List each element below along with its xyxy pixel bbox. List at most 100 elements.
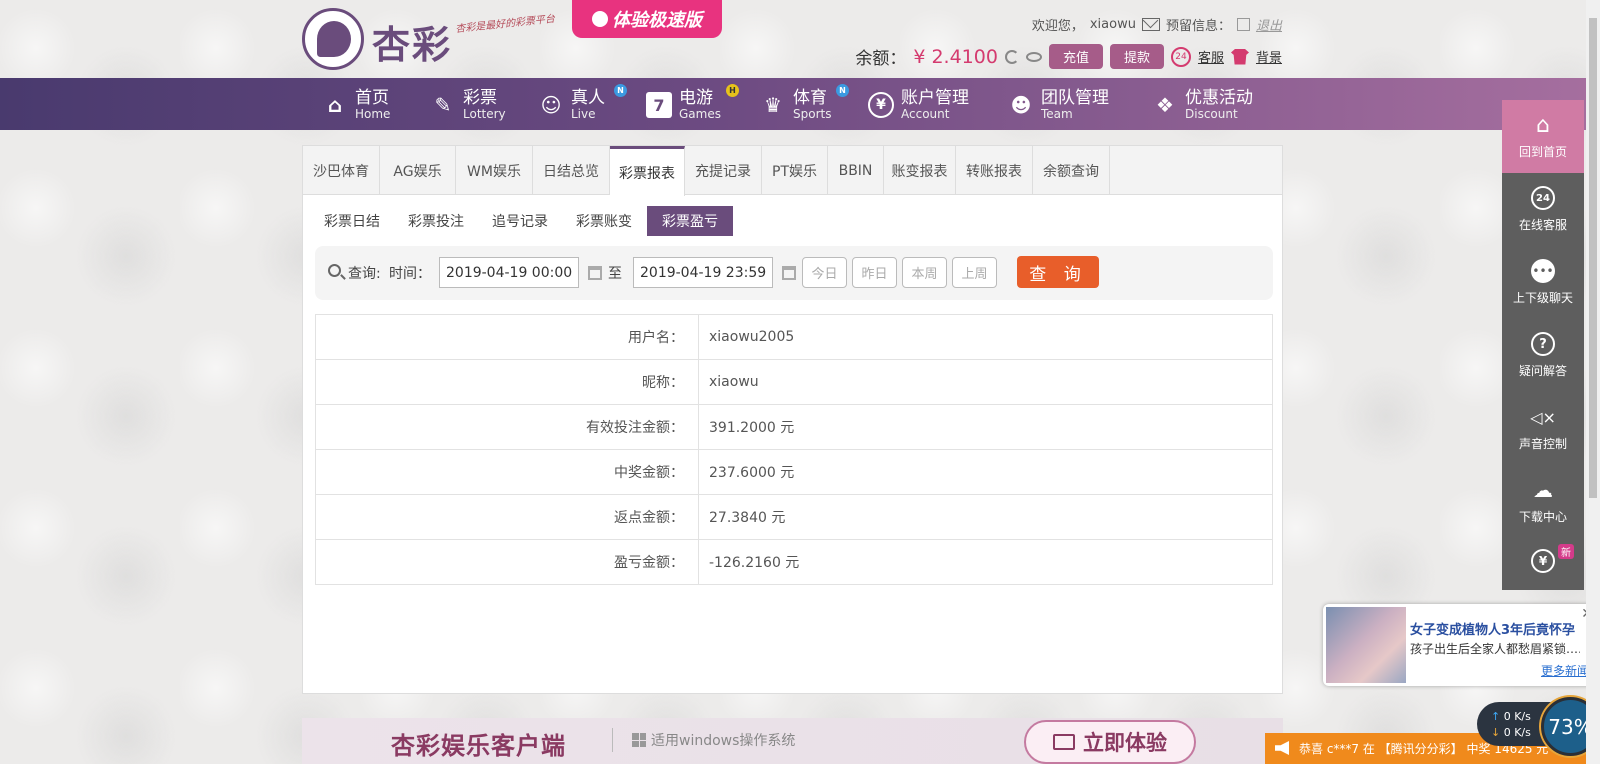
- table-row: 盈亏金额： -126.2160 元: [315, 539, 1273, 585]
- balance-row: 余额： ¥ 2.4100 充值 提款 24 客服 背景: [855, 44, 1282, 69]
- calendar-icon[interactable]: [782, 266, 796, 280]
- eye-icon[interactable]: [1025, 51, 1042, 62]
- new-badge: N: [836, 84, 849, 97]
- question-icon: ?: [1531, 332, 1555, 356]
- service-link[interactable]: 客服: [1198, 47, 1224, 66]
- shirt-icon: [1230, 48, 1249, 65]
- money-bag-icon: ¥: [1531, 549, 1555, 573]
- query-bar: 查询: 时间： 至 今日 昨日 本周 上周 查 询: [315, 246, 1273, 300]
- end-time-input[interactable]: [633, 257, 773, 288]
- tab-pt[interactable]: PT娱乐: [762, 146, 828, 195]
- sidebar-red-packet[interactable]: ¥ 新: [1502, 538, 1584, 590]
- chat-icon: •••: [1531, 259, 1555, 283]
- support-24-icon: 24: [1531, 186, 1555, 210]
- quick-version-button[interactable]: 体验极速版: [572, 0, 722, 38]
- more-news-link[interactable]: 更多新闻: [1541, 662, 1589, 679]
- windows-icon: [632, 733, 646, 747]
- dealer-icon: ☺: [540, 93, 562, 117]
- try-now-button[interactable]: 立即体验: [1024, 720, 1196, 764]
- nav-live[interactable]: ☺ 真人 Live N: [538, 84, 627, 123]
- logout-link[interactable]: 退出: [1256, 15, 1282, 34]
- home-icon: ⌂: [327, 93, 343, 117]
- tab-bbin[interactable]: BBIN: [828, 146, 884, 195]
- edit-icon[interactable]: [1236, 18, 1250, 31]
- table-row: 中奖金额： 237.6000 元: [315, 449, 1273, 495]
- subtab-lottery-profit[interactable]: 彩票盈亏: [647, 206, 733, 236]
- nav-sports[interactable]: ♛ 体育 Sports N: [760, 84, 849, 123]
- sidebar-faq[interactable]: ? 疑问解答: [1502, 319, 1584, 392]
- news-popup: 女子变成植物人3年后竟怀孕 孩子出生后全家人都愁眉紧锁…… 更多新闻 ✕: [1323, 604, 1599, 686]
- gift-icon: ❖: [1156, 93, 1174, 117]
- tab-balance-query[interactable]: 余额查询: [1033, 146, 1110, 195]
- last-week-button[interactable]: 上周: [952, 257, 997, 288]
- nav-games[interactable]: 7 电游 Games H: [646, 84, 739, 123]
- rocket-icon: [592, 11, 608, 27]
- report-tabs: 沙巴体育 AG娱乐 WM娱乐 日结总览 彩票报表 充提记录 PT娱乐 BBIN …: [303, 146, 1282, 196]
- table-row: 有效投注金额： 391.2000 元: [315, 404, 1273, 450]
- sidebar-home[interactable]: ⌂ 回到首页: [1502, 100, 1584, 173]
- sidebar-chat[interactable]: ••• 上下级聊天: [1502, 246, 1584, 319]
- monitor-icon: [1053, 734, 1075, 750]
- subtab-lottery-account[interactable]: 彩票账变: [569, 206, 639, 236]
- table-row: 返点金额： 27.3840 元: [315, 494, 1273, 540]
- tab-ag[interactable]: AG娱乐: [380, 146, 456, 195]
- search-button[interactable]: 查 询: [1017, 256, 1099, 288]
- tab-daily-overview[interactable]: 日结总览: [533, 146, 610, 195]
- deposit-button[interactable]: 充值: [1048, 44, 1103, 69]
- balance-amount: ¥ 2.4100: [913, 45, 998, 68]
- banner-title: 杏彩娱乐客户端: [391, 732, 566, 760]
- tab-balance-change[interactable]: 账变报表: [884, 146, 956, 195]
- sidebar-download[interactable]: ☁ 下载中心: [1502, 465, 1584, 538]
- profit-report-table: 用户名： xiaowu2005 昵称： xiaowu 有效投注金额： 391.2000…: [315, 314, 1273, 585]
- nav-team[interactable]: ☻ 团队管理 Team: [1008, 87, 1109, 123]
- sidebar-sound[interactable]: ◁× 声音控制: [1502, 392, 1584, 465]
- refresh-icon[interactable]: [1004, 49, 1019, 64]
- news-title[interactable]: 女子变成植物人3年后竟怀孕: [1410, 619, 1575, 638]
- tab-saba-sports[interactable]: 沙巴体育: [303, 146, 380, 195]
- header: 杏彩 杏彩是最好的彩票平台 体验极速版 欢迎您， xiaowu 预留信息： 退出…: [0, 0, 1600, 78]
- subtab-lottery-daily[interactable]: 彩票日结: [317, 206, 387, 236]
- mail-icon[interactable]: [1141, 18, 1160, 31]
- start-time-input[interactable]: [439, 257, 579, 288]
- subtab-chase-records[interactable]: 追号记录: [485, 206, 555, 236]
- scrollbar-thumb[interactable]: [1589, 18, 1597, 498]
- message-label: 预留信息：: [1165, 19, 1231, 34]
- logo-icon[interactable]: [302, 8, 364, 70]
- report-panel: 沙巴体育 AG娱乐 WM娱乐 日结总览 彩票报表 充提记录 PT娱乐 BBIN …: [302, 145, 1283, 694]
- news-thumbnail[interactable]: [1326, 607, 1406, 683]
- new-badge: N: [614, 84, 627, 97]
- team-icon: ☻: [1010, 93, 1032, 117]
- new-badge: 新: [1558, 544, 1574, 559]
- download-cloud-icon: ☁: [1533, 478, 1553, 502]
- calendar-icon[interactable]: [588, 266, 602, 280]
- sidebar-online-service[interactable]: 24 在线客服: [1502, 173, 1584, 246]
- search-icon: [328, 264, 341, 277]
- page-scrollbar[interactable]: [1586, 0, 1600, 764]
- logo-text[interactable]: 杏彩: [372, 14, 452, 69]
- slot-7-icon: 7: [646, 92, 672, 118]
- user-info: 欢迎您， xiaowu 预留信息： 退出: [1031, 15, 1282, 34]
- subtab-lottery-bets[interactable]: 彩票投注: [401, 206, 471, 236]
- tab-wm[interactable]: WM娱乐: [456, 146, 533, 195]
- username: xiaowu: [1089, 17, 1136, 32]
- horn-icon: [1275, 741, 1289, 755]
- nav-home[interactable]: ⌂ 首页 Home: [322, 87, 391, 123]
- withdraw-button[interactable]: 提款: [1109, 44, 1164, 69]
- yen-icon: ¥: [868, 92, 894, 118]
- tab-lottery-report[interactable]: 彩票报表: [610, 146, 685, 196]
- right-sidebar: ⌂ 回到首页 24 在线客服 ••• 上下级聊天 ? 疑问解答 ◁× 声音控制 …: [1502, 100, 1584, 590]
- this-week-button[interactable]: 本周: [902, 257, 947, 288]
- table-row: 用户名： xiaowu2005: [315, 314, 1273, 360]
- yesterday-button[interactable]: 昨日: [852, 257, 897, 288]
- nav-discount[interactable]: ❖ 优惠活动 Discount: [1152, 87, 1253, 123]
- nav-lottery[interactable]: ✎ 彩票 Lottery: [430, 87, 506, 123]
- background-link[interactable]: 背景: [1256, 47, 1282, 66]
- main-nav: ⌂ 首页 Home ✎ 彩票 Lottery ☺ 真人 Live N 7 电游 Game…: [0, 78, 1600, 130]
- nav-account[interactable]: ¥ 账户管理 Account: [868, 87, 969, 123]
- tab-transfer-report[interactable]: 转账报表: [956, 146, 1033, 195]
- today-button[interactable]: 今日: [802, 257, 847, 288]
- news-description: 孩子出生后全家人都愁眉紧锁……: [1410, 642, 1580, 656]
- trophy-icon: ♛: [764, 93, 782, 117]
- tab-deposit-records[interactable]: 充提记录: [685, 146, 762, 195]
- download-speed: 0 K/s: [1503, 726, 1531, 739]
